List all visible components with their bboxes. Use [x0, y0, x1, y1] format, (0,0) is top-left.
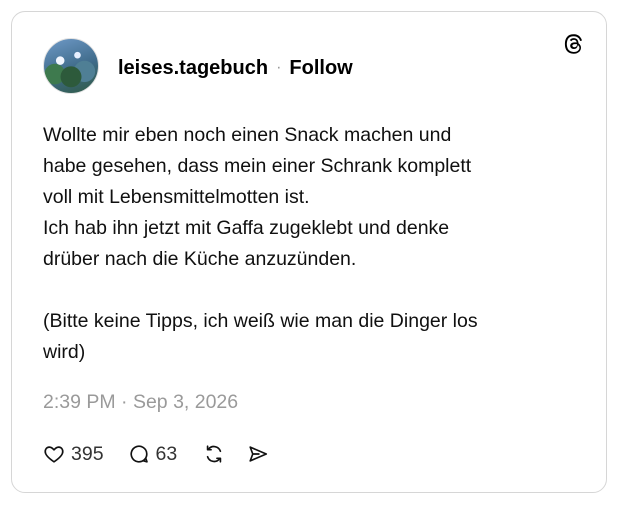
- post-line: (Bitte keine Tipps, ich weiß wie man die…: [43, 310, 478, 332]
- follow-button[interactable]: Follow: [289, 57, 352, 80]
- post-line: Ich hab ihn jetzt mit Gaffa zugeklebt un…: [43, 217, 450, 239]
- heart-icon: [44, 446, 64, 463]
- repost-button[interactable]: [203, 443, 225, 465]
- post-header: leises.tagebuch · Follow: [118, 56, 353, 80]
- post-timestamp[interactable]: 2:39 PM · Sep 3, 2026: [43, 391, 238, 414]
- share-button[interactable]: [247, 443, 269, 465]
- post-card: leises.tagebuch · Follow Wollte mir eben…: [11, 11, 607, 493]
- post-line: drüber nach die Küche anzuzünden.: [43, 248, 357, 270]
- post-body: Wollte mir eben noch einen Snack machen …: [43, 120, 563, 368]
- threads-logo-icon[interactable]: [562, 32, 586, 56]
- send-icon: [249, 446, 268, 462]
- comment-icon: [129, 445, 148, 463]
- avatar[interactable]: [43, 38, 99, 94]
- post-line: voll mit Lebensmittelmotten ist.: [43, 186, 310, 208]
- username[interactable]: leises.tagebuch: [118, 57, 268, 80]
- reply-count: 63: [155, 442, 178, 465]
- post-line: habe gesehen, dass mein einer Schrank ko…: [43, 155, 472, 177]
- post-line: Wollte mir eben noch einen Snack machen …: [43, 124, 452, 146]
- repost-icon: [207, 445, 222, 463]
- action-bar: 395 63: [43, 440, 269, 468]
- separator-dot: ·: [276, 59, 282, 76]
- like-count: 395: [71, 442, 104, 465]
- reply-button[interactable]: 63: [128, 442, 178, 466]
- post-line: wird): [43, 341, 86, 363]
- like-button[interactable]: 395: [43, 443, 104, 466]
